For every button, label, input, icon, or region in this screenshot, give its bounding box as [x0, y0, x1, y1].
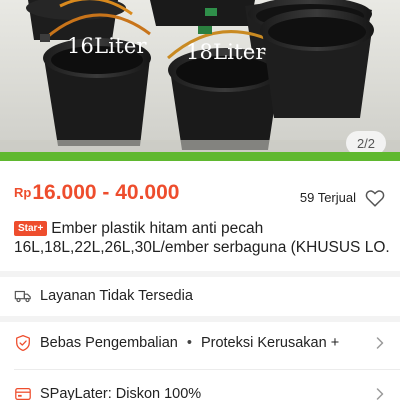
shipping-status: Layanan Tidak Tersedia: [40, 288, 193, 304]
returns-text: Bebas Pengembalian: [40, 335, 178, 351]
protection-text: Proteksi Kerusakan +: [200, 335, 340, 351]
chevron-right-icon: [376, 337, 384, 349]
paylater-row[interactable]: SPayLater: Diskon 100%: [0, 374, 400, 400]
price-range: 16.000 - 40.000: [32, 181, 180, 204]
sold-count: 59 Terjual: [299, 190, 356, 205]
shipping-row[interactable]: Layanan Tidak Tersedia: [0, 276, 400, 316]
bucket-photo: [0, 0, 400, 152]
guarantee-row[interactable]: Bebas Pengembalian • Proteksi Kerusakan +: [0, 323, 400, 363]
product-title-text-1: Ember plastik hitam anti pecah: [51, 220, 264, 237]
bucket-label-18: 18Liter: [186, 40, 266, 64]
promo-strip: [0, 152, 400, 161]
price: Rp16.000 - 40.000: [14, 181, 179, 205]
price-currency: Rp: [14, 185, 32, 200]
product-title: Star+ Ember plastik hitam anti pecah 16L,…: [14, 219, 390, 257]
paylater-text: SPayLater: Diskon 100%: [40, 386, 202, 400]
product-title-line-2: 16L,18L,22L,26L,30L/ember serbaguna (KHU…: [14, 239, 390, 256]
product-image[interactable]: 16Liter 18Liter 2/2: [0, 0, 400, 152]
heart-icon[interactable]: [364, 187, 386, 209]
image-counter: 2/2: [346, 131, 386, 152]
chevron-right-icon: [376, 388, 384, 400]
price-row: Rp16.000 - 40.000 59 Terjual: [0, 173, 400, 213]
section-divider: [0, 316, 400, 322]
row-divider: [14, 369, 400, 370]
product-title-line-1: Star+ Ember plastik hitam anti pecah: [14, 219, 390, 238]
shield-check-icon: [16, 334, 30, 352]
paylater-icon: [15, 387, 31, 400]
truck-icon: [14, 290, 31, 303]
bullet-separator: •: [186, 335, 192, 351]
star-plus-badge: Star+: [14, 221, 48, 236]
guarantee-text: Bebas Pengembalian • Proteksi Kerusakan +: [40, 335, 339, 351]
bucket-label-16: 16Liter: [67, 34, 147, 58]
